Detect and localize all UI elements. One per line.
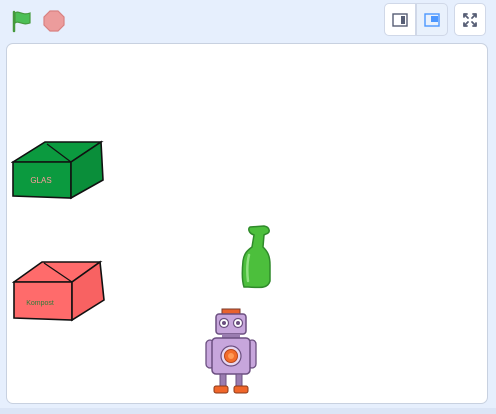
- stage-header: [0, 0, 496, 42]
- stage-canvas[interactable]: GLAS Kompost: [6, 43, 488, 404]
- normal-stage-layout-icon: [424, 12, 440, 27]
- fullscreen-button[interactable]: [454, 3, 486, 36]
- green-flag-icon[interactable]: [10, 9, 34, 33]
- small-stage-button[interactable]: [384, 3, 416, 36]
- stage-footer: [0, 408, 496, 414]
- glas-box-sprite[interactable]: GLAS: [11, 140, 105, 202]
- kompost-box-label: Kompost: [26, 300, 54, 307]
- normal-stage-button[interactable]: [416, 3, 448, 36]
- fullscreen-icon: [463, 12, 477, 27]
- green-bottle-sprite[interactable]: [240, 225, 280, 291]
- small-stage-layout-icon: [392, 12, 408, 27]
- robot-sprite[interactable]: [200, 308, 262, 398]
- stop-sign-icon[interactable]: [42, 9, 66, 33]
- glas-box-label: GLAS: [30, 176, 51, 185]
- kompost-box-sprite[interactable]: Kompost: [12, 260, 106, 322]
